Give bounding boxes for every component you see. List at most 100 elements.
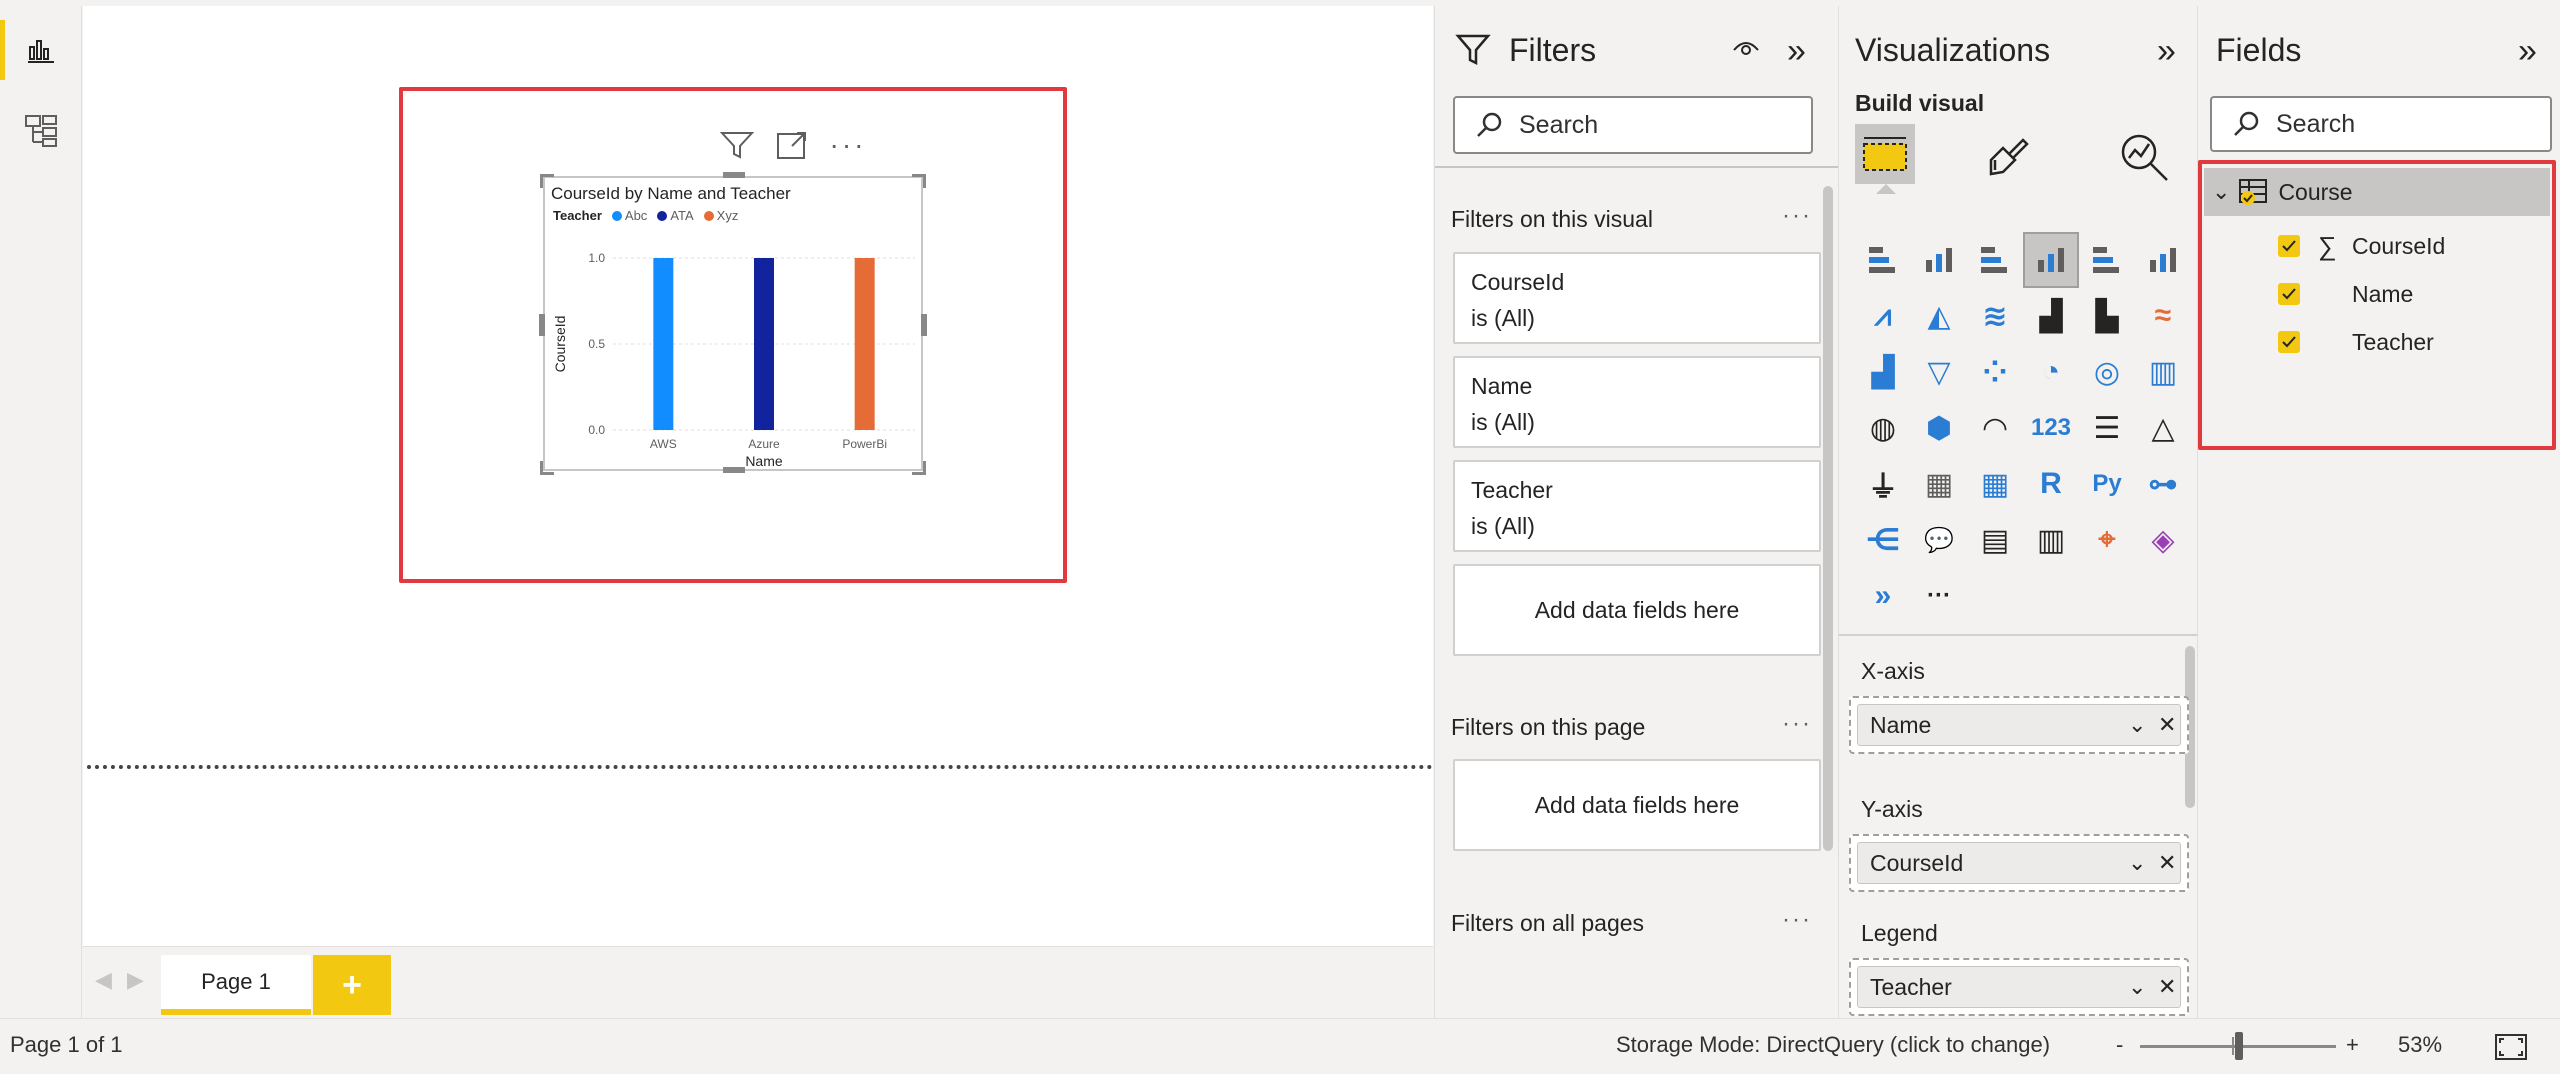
100-stacked-bar-icon[interactable] — [2079, 232, 2135, 288]
line-column-icon[interactable]: ▟ — [2023, 288, 2079, 344]
resize-handle[interactable] — [540, 461, 554, 475]
area-chart-icon[interactable]: ◭ — [1911, 288, 1967, 344]
table-icon[interactable]: ▦ — [1911, 456, 1967, 512]
zoom-slider[interactable] — [2140, 1032, 2336, 1060]
chevron-down-icon[interactable]: ⌄ — [2212, 179, 2230, 205]
waterfall-icon[interactable]: ▟ — [1855, 344, 1911, 400]
format-visual-tab[interactable] — [1981, 130, 2033, 187]
azure-map-icon[interactable]: ⌖ — [2079, 512, 2135, 568]
ribbon-chart-icon[interactable]: ≈ — [2135, 288, 2191, 344]
resize-handle[interactable] — [723, 172, 745, 178]
scatter-icon[interactable]: ⁘ — [1967, 344, 2023, 400]
build-visual-tab[interactable] — [1855, 124, 1915, 184]
collapse-filters-icon[interactable]: » — [1787, 32, 1806, 71]
close-icon[interactable]: ✕ — [2158, 850, 2176, 876]
filled-map-icon[interactable]: ⬢ — [1911, 400, 1967, 456]
collapse-fields-icon[interactable]: » — [2518, 32, 2537, 71]
matrix-icon[interactable]: ▦ — [1967, 456, 2023, 512]
more-options-icon[interactable]: ··· — [830, 129, 867, 161]
next-page-icon[interactable]: ▶ — [127, 967, 144, 993]
clustered-column-icon[interactable] — [2023, 232, 2079, 288]
map-icon[interactable]: ◍ — [1855, 400, 1911, 456]
legend-well[interactable]: Teacher ⌄ ✕ — [1849, 958, 2189, 1016]
power-apps-icon[interactable]: ◈ — [2135, 512, 2191, 568]
close-icon[interactable]: ✕ — [2158, 974, 2176, 1000]
checkbox-checked-icon[interactable] — [2278, 235, 2300, 257]
decomposition-tree-icon[interactable]: ⋲ — [1855, 512, 1911, 568]
pie-icon[interactable]: ◔ — [2023, 344, 2079, 400]
python-visual-icon[interactable]: Py — [2079, 456, 2135, 512]
report-canvas[interactable]: ··· CourseId by Name and Teacher Teacher… — [83, 6, 1433, 946]
stacked-bar-icon[interactable] — [1855, 232, 1911, 288]
gauge-icon[interactable]: ◠ — [1967, 400, 2023, 456]
resize-handle[interactable] — [540, 174, 554, 188]
table-row-course[interactable]: ⌄ Course — [2204, 168, 2550, 216]
fit-to-page-icon[interactable] — [2494, 1033, 2528, 1061]
chevron-down-icon[interactable]: ⌄ — [2128, 974, 2146, 1000]
resize-handle[interactable] — [539, 314, 545, 336]
chevron-down-icon[interactable]: ⌄ — [2128, 850, 2146, 876]
x-axis-field-pill[interactable]: Name ⌄ ✕ — [1857, 704, 2181, 746]
focus-mode-icon[interactable] — [776, 130, 808, 160]
resize-handle[interactable] — [912, 174, 926, 188]
close-icon[interactable]: ✕ — [2158, 712, 2176, 738]
resize-handle[interactable] — [912, 461, 926, 475]
filters-scrollbar[interactable] — [1823, 186, 1833, 851]
paginated-report-icon[interactable]: ▥ — [2023, 512, 2079, 568]
checkbox-checked-icon[interactable] — [2278, 331, 2300, 353]
treemap-icon[interactable]: ▥ — [2135, 344, 2191, 400]
add-data-fields-visual[interactable]: Add data fields here — [1453, 564, 1821, 656]
y-axis-well[interactable]: CourseId ⌄ ✕ — [1849, 834, 2189, 892]
clustered-bar-icon[interactable] — [1967, 232, 2023, 288]
more-options-icon[interactable]: ··· — [1782, 710, 1812, 738]
field-row-name[interactable]: Name — [2278, 270, 2413, 318]
collapse-visualizations-icon[interactable]: » — [2157, 32, 2176, 71]
analytics-tab[interactable] — [2117, 130, 2171, 189]
r-visual-icon[interactable]: R — [2023, 456, 2079, 512]
filter-icon[interactable] — [719, 130, 754, 160]
filters-search-input[interactable]: Search — [1453, 96, 1813, 154]
storage-mode-link[interactable]: Storage Mode: DirectQuery (click to chan… — [1616, 1032, 2050, 1058]
field-row-teacher[interactable]: Teacher — [2278, 318, 2434, 366]
more-visuals-icon[interactable]: ··· — [1911, 568, 1967, 624]
multi-row-card-icon[interactable]: ☰ — [2079, 400, 2135, 456]
legend-field-pill[interactable]: Teacher ⌄ ✕ — [1857, 966, 2181, 1008]
power-automate-icon[interactable]: » — [1855, 568, 1911, 624]
zoom-slider-thumb[interactable] — [2235, 1032, 2243, 1060]
chevron-down-icon[interactable]: ⌄ — [2128, 712, 2146, 738]
resize-handle[interactable] — [723, 467, 745, 473]
line-chart-icon[interactable]: ⩘ — [1855, 288, 1911, 344]
smart-narrative-icon[interactable]: ▤ — [1967, 512, 2023, 568]
kpi-icon[interactable]: △ — [2135, 400, 2191, 456]
donut-icon[interactable]: ◎ — [2079, 344, 2135, 400]
stacked-column-icon[interactable] — [1911, 232, 1967, 288]
field-row-courseid[interactable]: ∑ CourseId — [2278, 222, 2445, 270]
100-stacked-column-icon[interactable] — [2135, 232, 2191, 288]
key-influencers-icon[interactable]: ⊶ — [2135, 456, 2191, 512]
previous-page-icon[interactable]: ◀ — [95, 967, 112, 993]
funnel-icon[interactable]: ▽ — [1911, 344, 1967, 400]
report-view-button[interactable] — [0, 12, 82, 88]
more-options-icon[interactable]: ··· — [1782, 202, 1812, 230]
page-tab[interactable]: Page 1 — [161, 955, 311, 1015]
line-clustered-column-icon[interactable]: ▙ — [2079, 288, 2135, 344]
filter-card-name[interactable]: Name is (All) — [1453, 356, 1821, 448]
qa-icon[interactable]: 💬 — [1911, 512, 1967, 568]
slicer-icon[interactable]: ⏚ — [1855, 456, 1911, 512]
filter-card-courseid[interactable]: CourseId is (All) — [1453, 252, 1821, 344]
add-data-fields-page[interactable]: Add data fields here — [1453, 759, 1821, 851]
add-page-button[interactable]: + — [313, 955, 391, 1015]
clustered-column-chart[interactable]: ··· CourseId by Name and Teacher Teacher… — [539, 129, 927, 511]
zoom-out-button[interactable]: - — [2116, 1032, 2123, 1058]
x-axis-well[interactable]: Name ⌄ ✕ — [1849, 696, 2189, 754]
stacked-area-icon[interactable]: ≋ — [1967, 288, 2023, 344]
y-axis-field-pill[interactable]: CourseId ⌄ ✕ — [1857, 842, 2181, 884]
zoom-in-button[interactable]: + — [2346, 1032, 2359, 1058]
more-options-icon[interactable]: ··· — [1782, 906, 1812, 934]
model-view-button[interactable] — [0, 92, 82, 168]
filter-card-teacher[interactable]: Teacher is (All) — [1453, 460, 1821, 552]
resize-handle[interactable] — [921, 314, 927, 336]
eye-icon[interactable] — [1732, 38, 1760, 58]
fields-search-input[interactable]: Search — [2210, 96, 2552, 152]
checkbox-checked-icon[interactable] — [2278, 283, 2300, 305]
